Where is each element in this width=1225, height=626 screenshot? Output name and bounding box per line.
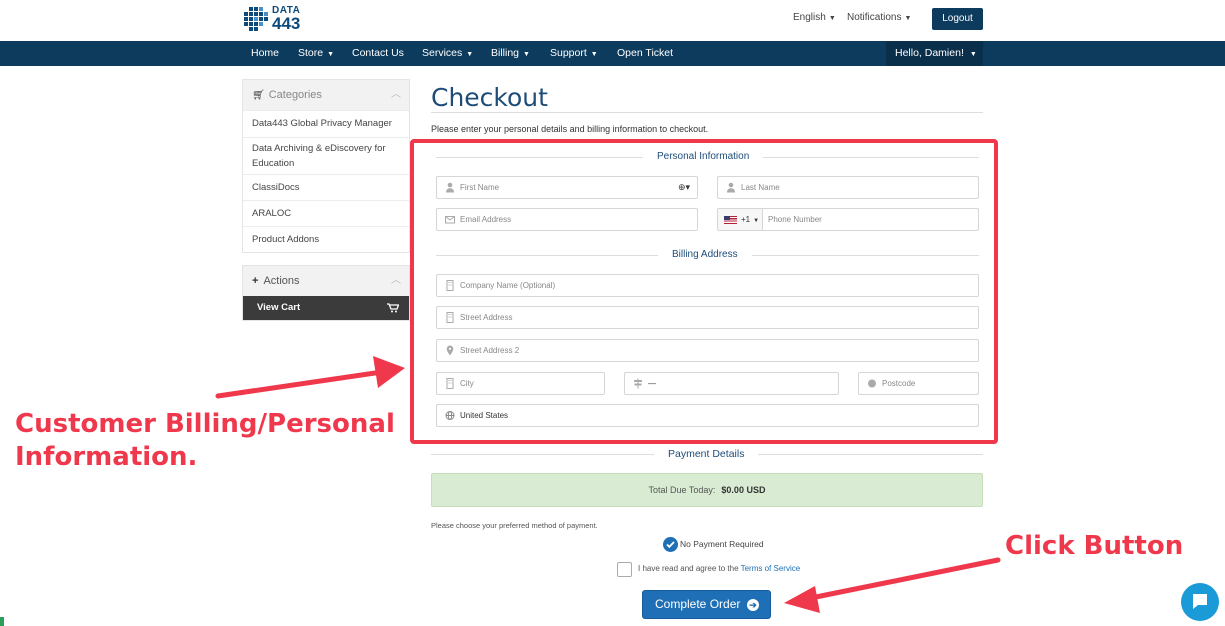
annotation-customer-info: Customer Billing/Personal Information. (15, 409, 395, 472)
left-edge-marker (0, 617, 4, 626)
chat-widget-button[interactable] (1181, 583, 1219, 621)
annotation-click-button: Click Button (1005, 531, 1184, 561)
chat-icon (1193, 594, 1207, 609)
arrow-to-form (215, 356, 405, 399)
arrow-to-button (784, 557, 1001, 613)
checkout-page: DATA 443 English ▼ Notifications ▼ Logout … (0, 0, 1225, 626)
